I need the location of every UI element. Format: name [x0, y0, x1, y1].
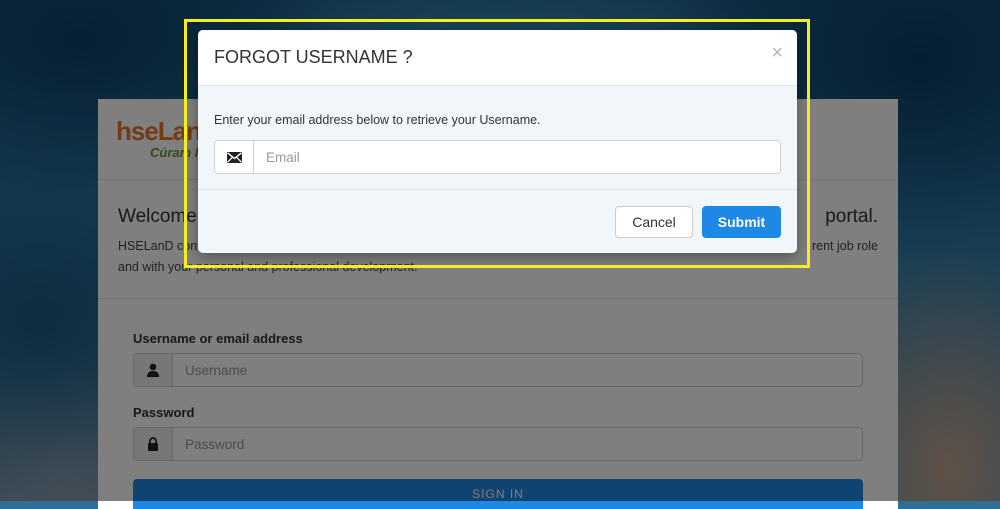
modal-header: FORGOT USERNAME ? ×	[198, 30, 797, 86]
modal-instructions: Enter your email address below to retrie…	[214, 113, 541, 127]
submit-button[interactable]: Submit	[702, 206, 781, 238]
forgot-username-modal: FORGOT USERNAME ? × Enter your email add…	[198, 30, 797, 253]
close-icon[interactable]: ×	[771, 43, 783, 63]
cancel-button[interactable]: Cancel	[615, 206, 693, 238]
modal-footer: Cancel Submit	[198, 190, 797, 252]
email-input-group	[214, 140, 781, 174]
modal-title: FORGOT USERNAME ?	[214, 47, 413, 67]
envelope-icon	[215, 141, 254, 173]
modal-body: Enter your email address below to retrie…	[198, 86, 797, 190]
email-input[interactable]	[254, 141, 780, 173]
